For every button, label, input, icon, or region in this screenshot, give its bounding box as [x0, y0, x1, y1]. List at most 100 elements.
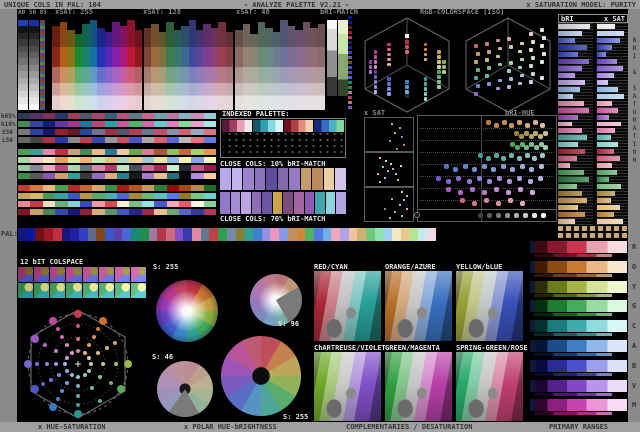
saturation-model-toggle[interactable]: x SATURATION MODEL: PURITY: [526, 1, 636, 9]
footer-polar-hue-brightness[interactable]: x POLAR HUE-bRIGHTNESS: [184, 423, 277, 431]
footer-hue-saturation[interactable]: x HUE-SATURATION: [38, 423, 105, 431]
polar-wheel-4-label: S: 255: [283, 413, 308, 421]
hue-column: [250, 20, 258, 110]
sat-bar: [597, 66, 623, 71]
hue-dot: [486, 120, 491, 125]
swatch: [114, 228, 123, 241]
swatch: [105, 157, 117, 163]
comp-label-yellow-blue: YELLOW/bLUE: [456, 263, 502, 271]
primary-range-strip: [530, 320, 627, 332]
swatch: [204, 157, 216, 163]
hue-saturation-hex-plot: [22, 302, 134, 418]
xsat-header-label[interactable]: x SAT: [604, 15, 625, 23]
close-cols-70-row: [220, 192, 346, 214]
swatch: [154, 185, 166, 191]
hue-column: [226, 20, 233, 110]
hue-sat-dot: [87, 369, 91, 373]
tick: [348, 106, 352, 109]
cube-dot: [437, 60, 441, 64]
primary-range-letter-A: A: [632, 342, 636, 350]
swatch: [27, 228, 36, 241]
tick: [348, 36, 352, 39]
bri-bar: [558, 31, 582, 36]
swatch: [167, 201, 179, 207]
swatch: [142, 113, 154, 119]
primary-range-substrip: [534, 393, 612, 396]
xsat48-label: xSAT: 48: [236, 8, 270, 16]
tick: [348, 61, 352, 64]
swatch: [154, 165, 166, 171]
cube-dot: [442, 65, 446, 69]
sat-bar: [597, 177, 609, 182]
hue-dot: [543, 145, 548, 150]
scatter-dot: [387, 170, 389, 172]
scatter-dot: [395, 173, 397, 175]
swatch: [192, 228, 201, 241]
hue-dot: [478, 153, 483, 158]
tick: [348, 71, 352, 74]
sat-bar: [597, 31, 624, 36]
swatch: [92, 185, 104, 191]
swatch: [129, 129, 141, 135]
hue-sat-dot: [31, 335, 39, 343]
swatch: [55, 121, 67, 127]
swatch: [92, 129, 104, 135]
sat-bar: [597, 52, 606, 57]
cube-dot: [374, 60, 378, 64]
swatch: [18, 193, 30, 199]
cube-dot: [509, 61, 513, 65]
hue-dot: [453, 167, 458, 172]
swatch: [122, 228, 131, 241]
comp-label-red-cyan: RED/CYAN: [314, 263, 348, 271]
hue-sat-dot: [63, 362, 67, 366]
swatch: [92, 201, 104, 207]
hue-sat-dot: [57, 373, 61, 377]
hue-dot: [517, 156, 522, 161]
swatch: [117, 201, 129, 207]
hue-column: [310, 20, 318, 110]
hue-sat-dot: [74, 310, 82, 318]
swatch: [243, 168, 254, 190]
cube-dot: [485, 42, 489, 46]
swatch: [252, 192, 262, 214]
cube-dot: [405, 90, 409, 94]
colspace-cell: [115, 267, 130, 282]
swatch: [191, 201, 203, 207]
xsat255-panel: [52, 20, 142, 110]
sat-bar: [597, 205, 620, 210]
sat-bar: [597, 163, 612, 168]
hue-dot: [501, 164, 506, 169]
threshold-values-label: A0 50 85: [18, 9, 47, 17]
hue-dot: [518, 187, 523, 192]
xsat-scatter-label[interactable]: x SAT: [364, 109, 385, 117]
swatch: [204, 129, 216, 135]
hue-sat-dot: [31, 385, 39, 393]
cube-dot: [369, 70, 373, 74]
hue-column: [189, 20, 196, 110]
swatch: [129, 201, 141, 207]
bri-bar: [558, 101, 584, 106]
tick: [348, 26, 352, 29]
primary-range-substrip: [534, 412, 612, 415]
cube-dot: [437, 85, 441, 89]
hue-dot: [502, 120, 507, 125]
swatch: [204, 137, 216, 143]
close-cols-10-row: [220, 168, 346, 190]
swatch: [55, 157, 67, 163]
swatch: [117, 165, 129, 171]
swatch: [18, 149, 30, 155]
hue-sat-dot: [92, 335, 96, 339]
swatch: [117, 121, 129, 127]
swatch: [43, 193, 55, 199]
swatch: [154, 157, 166, 163]
swatch: [232, 168, 243, 190]
swatch: [336, 192, 346, 214]
swatch: [105, 228, 114, 241]
swatch: [55, 129, 67, 135]
bri-bar: [558, 108, 589, 113]
swatch: [43, 113, 55, 119]
hue-dot: [477, 176, 482, 181]
swatch: [92, 193, 104, 199]
swatch: [179, 157, 191, 163]
colspace-cell: [131, 267, 146, 282]
